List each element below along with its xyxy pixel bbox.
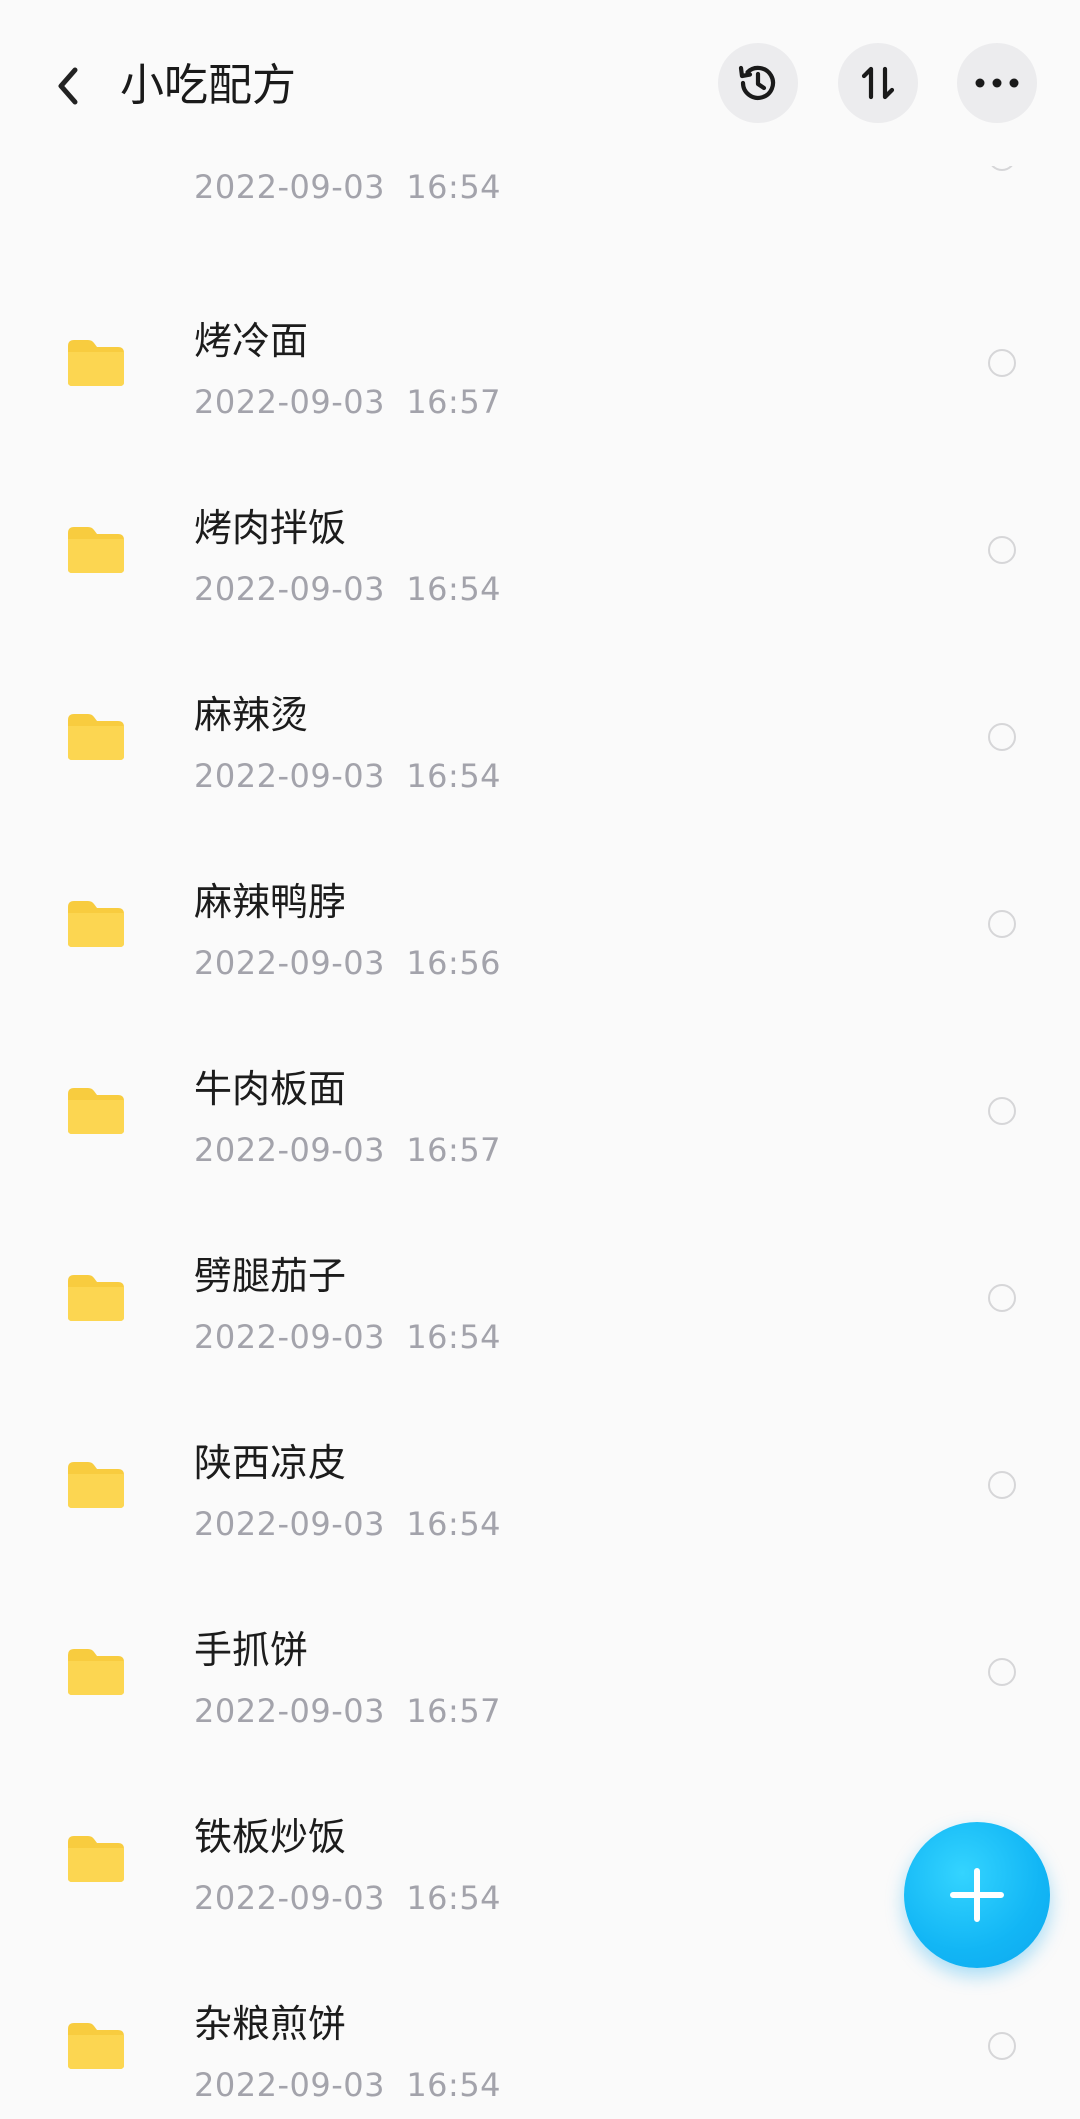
folder-name: 劈腿茄子 — [194, 1254, 347, 1298]
select-radio[interactable] — [988, 2032, 1016, 2060]
list-item[interactable]: 麻辣烫 2022-09-03 16:54 — [0, 642, 1080, 829]
folder-date: 2022-09-03 16:56 — [194, 944, 502, 982]
app-header: 小吃配方 — [0, 0, 1080, 166]
more-button[interactable] — [957, 43, 1037, 123]
folder-name: 麻辣烫 — [194, 693, 309, 737]
back-button[interactable] — [36, 50, 100, 122]
folder-name: 烤肉拌饭 — [194, 506, 347, 550]
folder-date: 2022-09-03 16:54 — [194, 1318, 502, 1356]
folder-icon — [68, 1088, 124, 1134]
folder-icon — [68, 901, 124, 947]
file-browser-screen: 2022-09-03 16:54 烤冷面 2022-09-03 16:57 烤肉… — [0, 0, 1080, 2119]
list-item[interactable]: 陕西凉皮 2022-09-03 16:54 — [0, 1390, 1080, 1577]
folder-name: 牛肉板面 — [194, 1067, 347, 1111]
folder-name: 手抓饼 — [194, 1628, 309, 1672]
select-radio[interactable] — [988, 1284, 1016, 1312]
list-item[interactable]: 手抓饼 2022-09-03 16:57 — [0, 1577, 1080, 1764]
select-radio[interactable] — [988, 1658, 1016, 1686]
select-radio[interactable] — [988, 1097, 1016, 1125]
folder-date: 2022-09-03 16:54 — [194, 757, 502, 795]
sort-button[interactable] — [838, 43, 918, 123]
history-icon — [738, 65, 776, 100]
folder-date: 2022-09-03 16:54 — [194, 1505, 502, 1543]
folder-date: 2022-09-03 16:54 — [194, 1879, 502, 1917]
folder-icon — [68, 2023, 124, 2069]
folder-date: 2022-09-03 16:57 — [194, 1692, 502, 1730]
folder-date: 2022-09-03 16:54 — [194, 168, 502, 206]
select-radio[interactable] — [988, 723, 1016, 751]
folder-icon — [68, 714, 124, 760]
chevron-left-icon — [58, 67, 78, 105]
list-item[interactable]: 杂粮煎饼 2022-09-03 16:54 — [0, 1951, 1080, 2119]
list-item[interactable]: 烤冷面 2022-09-03 16:57 — [0, 268, 1080, 455]
folder-icon — [68, 1462, 124, 1508]
folder-date: 2022-09-03 16:57 — [194, 383, 502, 421]
more-icon — [975, 78, 1019, 88]
folder-icon — [68, 340, 124, 386]
list-item[interactable]: 烤肉拌饭 2022-09-03 16:54 — [0, 455, 1080, 642]
list-item[interactable]: 牛肉板面 2022-09-03 16:57 — [0, 1016, 1080, 1203]
folder-date: 2022-09-03 16:54 — [194, 570, 502, 608]
folder-name: 陕西凉皮 — [194, 1441, 347, 1485]
select-radio[interactable] — [988, 536, 1016, 564]
select-radio[interactable] — [988, 349, 1016, 377]
add-button[interactable] — [904, 1822, 1050, 1968]
folder-name: 铁板炒饭 — [194, 1815, 347, 1859]
page-title: 小吃配方 — [120, 60, 296, 111]
folder-name: 烤冷面 — [194, 319, 309, 363]
sort-icon — [861, 66, 895, 100]
folder-date: 2022-09-03 16:57 — [194, 1131, 502, 1169]
folder-name: 杂粮煎饼 — [194, 2002, 347, 2046]
folder-icon — [68, 1275, 124, 1321]
folder-icon — [68, 527, 124, 573]
folder-name: 麻辣鸭脖 — [194, 880, 347, 924]
list-item[interactable]: 麻辣鸭脖 2022-09-03 16:56 — [0, 829, 1080, 1016]
select-radio[interactable] — [988, 1471, 1016, 1499]
history-button[interactable] — [718, 43, 798, 123]
plus-icon — [950, 1868, 1004, 1922]
folder-icon — [68, 1836, 124, 1882]
folder-icon — [68, 1649, 124, 1695]
select-radio[interactable] — [988, 910, 1016, 938]
folder-date: 2022-09-03 16:54 — [194, 2066, 502, 2104]
list-item[interactable]: 劈腿茄子 2022-09-03 16:54 — [0, 1203, 1080, 1390]
